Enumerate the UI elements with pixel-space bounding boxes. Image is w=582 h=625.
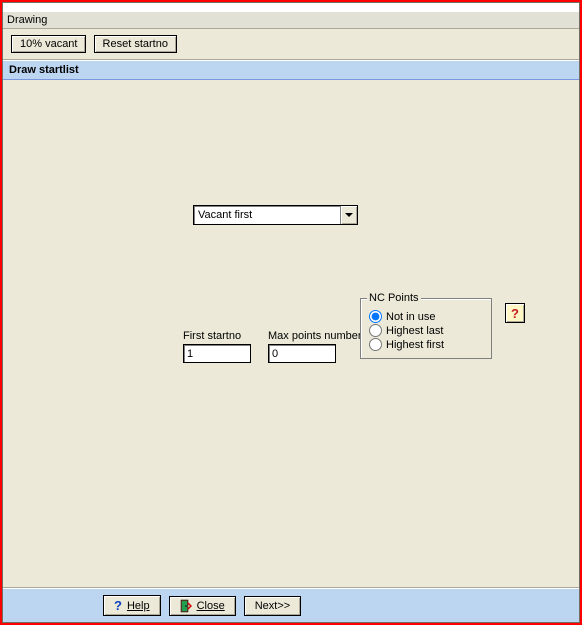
- radio-label: Highest first: [386, 339, 444, 351]
- nc-highest-first-radio[interactable]: Highest first: [369, 338, 483, 351]
- first-startno-input[interactable]: [183, 344, 251, 363]
- menu-bar: Drawing: [3, 11, 579, 29]
- nc-points-group: NC Points Not in use Highest last Highes…: [360, 298, 492, 359]
- menu-drawing[interactable]: Drawing: [7, 14, 47, 26]
- radio-label: Highest last: [386, 325, 443, 337]
- nc-highest-last-radio[interactable]: Highest last: [369, 324, 483, 337]
- close-button[interactable]: Close: [169, 596, 236, 616]
- radio-input[interactable]: [369, 324, 382, 337]
- chevron-down-icon[interactable]: [340, 206, 357, 224]
- help-button[interactable]: ? Help: [103, 595, 161, 616]
- next-button[interactable]: Next>>: [244, 596, 301, 616]
- next-button-label: Next>>: [255, 600, 290, 612]
- nc-points-legend: NC Points: [367, 292, 421, 304]
- nc-points-help-icon[interactable]: ?: [505, 303, 525, 323]
- nc-not-in-use-radio[interactable]: Not in use: [369, 310, 483, 323]
- first-startno-label: First startno: [183, 330, 251, 342]
- radio-label: Not in use: [386, 311, 436, 323]
- radio-input[interactable]: [369, 310, 382, 323]
- main-panel: Vacant first First startno Max points nu…: [3, 80, 579, 588]
- toolbar: 10% vacant Reset startno: [3, 29, 579, 60]
- window-title-edge: [3, 3, 579, 11]
- footer-bar: ? Help Close Next>>: [3, 588, 579, 622]
- ten-percent-vacant-button[interactable]: 10% vacant: [11, 35, 86, 53]
- close-button-label: Close: [197, 600, 225, 612]
- section-header: Draw startlist: [3, 60, 579, 80]
- help-button-label: Help: [127, 600, 150, 612]
- reset-startno-button[interactable]: Reset startno: [94, 35, 177, 53]
- help-icon: ?: [114, 598, 122, 613]
- radio-input[interactable]: [369, 338, 382, 351]
- vacant-order-dropdown[interactable]: Vacant first: [193, 205, 358, 225]
- door-exit-icon: [180, 599, 192, 613]
- max-points-input[interactable]: [268, 344, 336, 363]
- max-points-label: Max points number: [268, 330, 362, 342]
- dropdown-value: Vacant first: [194, 206, 340, 224]
